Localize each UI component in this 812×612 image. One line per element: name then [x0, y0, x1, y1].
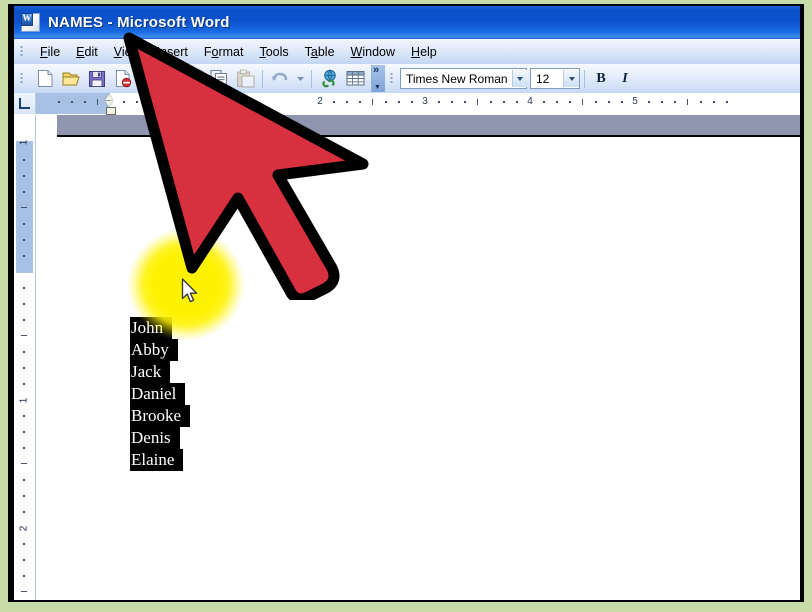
outer-frame: NAMES - Microsoft Word File Edit View In…	[0, 0, 812, 612]
undo-dropdown-icon[interactable]	[294, 67, 306, 90]
menu-item-edit[interactable]: Edit	[68, 43, 106, 61]
ruler-left-margin-area	[36, 93, 110, 114]
page-top-margin-band	[57, 115, 800, 137]
font-size-dropdown-icon[interactable]	[563, 70, 579, 87]
copy-icon[interactable]	[207, 67, 231, 90]
list-item[interactable]: Elaine	[130, 449, 184, 471]
menu-item-view[interactable]: View	[106, 43, 149, 61]
menu-item-file[interactable]: File	[32, 43, 68, 61]
font-name-dropdown-icon[interactable]	[511, 70, 528, 87]
document-page[interactable]: John Abby Jack Daniel Brooke Denis Elain…	[57, 139, 800, 600]
menu-bar: File Edit View Insert Format Tools Table…	[14, 39, 800, 65]
list-item[interactable]: Brooke	[130, 405, 191, 427]
list-item[interactable]: Abby	[130, 339, 178, 361]
ruler-number-5: 5	[632, 96, 638, 107]
word-document-icon	[21, 12, 40, 32]
italic-button[interactable]: I	[613, 67, 637, 90]
toolbar-separator	[262, 69, 263, 88]
toolbar-options-icon[interactable]	[371, 64, 385, 92]
font-name-combo[interactable]: Times New Roman	[400, 68, 528, 89]
menu-gripper[interactable]	[20, 45, 23, 58]
toolbar-separator	[311, 69, 312, 88]
list-item[interactable]: John	[130, 317, 173, 339]
left-indent-glyph	[105, 107, 116, 115]
first-line-indent-marker[interactable]	[105, 93, 116, 115]
list-item[interactable]: Daniel	[130, 383, 186, 405]
vruler-number-1a: 1	[18, 139, 30, 146]
toolbar-gripper[interactable]	[20, 72, 23, 85]
spelling-check-icon[interactable]: ABC	[146, 67, 170, 90]
new-document-icon[interactable]	[33, 67, 57, 90]
ruler-track[interactable]: 2 3 4 5	[36, 93, 800, 115]
vruler-number-1b: 1	[18, 397, 30, 404]
menu-item-tools[interactable]: Tools	[251, 43, 296, 61]
toolbar-separator	[201, 69, 202, 88]
paste-icon[interactable]	[233, 67, 257, 90]
font-size-combo[interactable]: 12	[530, 68, 580, 89]
ruler-number-4: 4	[527, 96, 533, 107]
menu-item-table[interactable]: Table	[297, 43, 343, 61]
permission-icon[interactable]	[111, 67, 135, 90]
menu-item-format[interactable]: Format	[196, 43, 252, 61]
left-tab-stop-icon[interactable]	[14, 93, 36, 114]
menu-item-help[interactable]: Help	[403, 43, 445, 61]
ruler-number-2: 2	[317, 96, 323, 107]
font-size-value: 12	[536, 71, 550, 86]
save-icon[interactable]	[85, 67, 109, 90]
research-icon[interactable]	[172, 67, 196, 90]
toolbar-separator	[584, 69, 585, 88]
vruler-number-2: 2	[18, 525, 30, 532]
first-line-indent-glyph	[105, 94, 113, 100]
bold-button[interactable]: B	[589, 67, 613, 90]
menu-item-window[interactable]: Window	[343, 43, 403, 61]
menu-item-insert[interactable]: Insert	[149, 43, 196, 61]
selected-name-list[interactable]: John Abby Jack Daniel Brooke Denis Elain…	[130, 317, 191, 471]
title-bar: NAMES - Microsoft Word	[14, 6, 800, 39]
toolbar-separator	[140, 69, 141, 88]
horizontal-ruler[interactable]: 2 3 4 5	[14, 93, 800, 116]
standard-toolbar: ABC » ▼ Times New Roman 12 B I	[14, 64, 800, 94]
open-folder-icon[interactable]	[59, 67, 83, 90]
list-item[interactable]: Denis	[130, 427, 180, 449]
font-name-value: Times New Roman	[406, 71, 508, 86]
document-area[interactable]: John Abby Jack Daniel Brooke Denis Elain…	[36, 115, 800, 600]
undo-icon[interactable]	[268, 67, 292, 90]
formatting-toolbar-gripper[interactable]	[390, 72, 393, 85]
vertical-ruler[interactable]: 1 1 2	[14, 115, 36, 600]
insert-table-icon[interactable]	[343, 67, 367, 90]
window-title: NAMES - Microsoft Word	[48, 14, 230, 31]
list-item[interactable]: Jack	[130, 361, 171, 383]
tab-stop-glyph	[19, 98, 30, 109]
word-application-window: NAMES - Microsoft Word File Edit View In…	[14, 6, 800, 600]
ruler-number-3: 3	[422, 96, 428, 107]
hyperlink-icon[interactable]	[317, 67, 341, 90]
